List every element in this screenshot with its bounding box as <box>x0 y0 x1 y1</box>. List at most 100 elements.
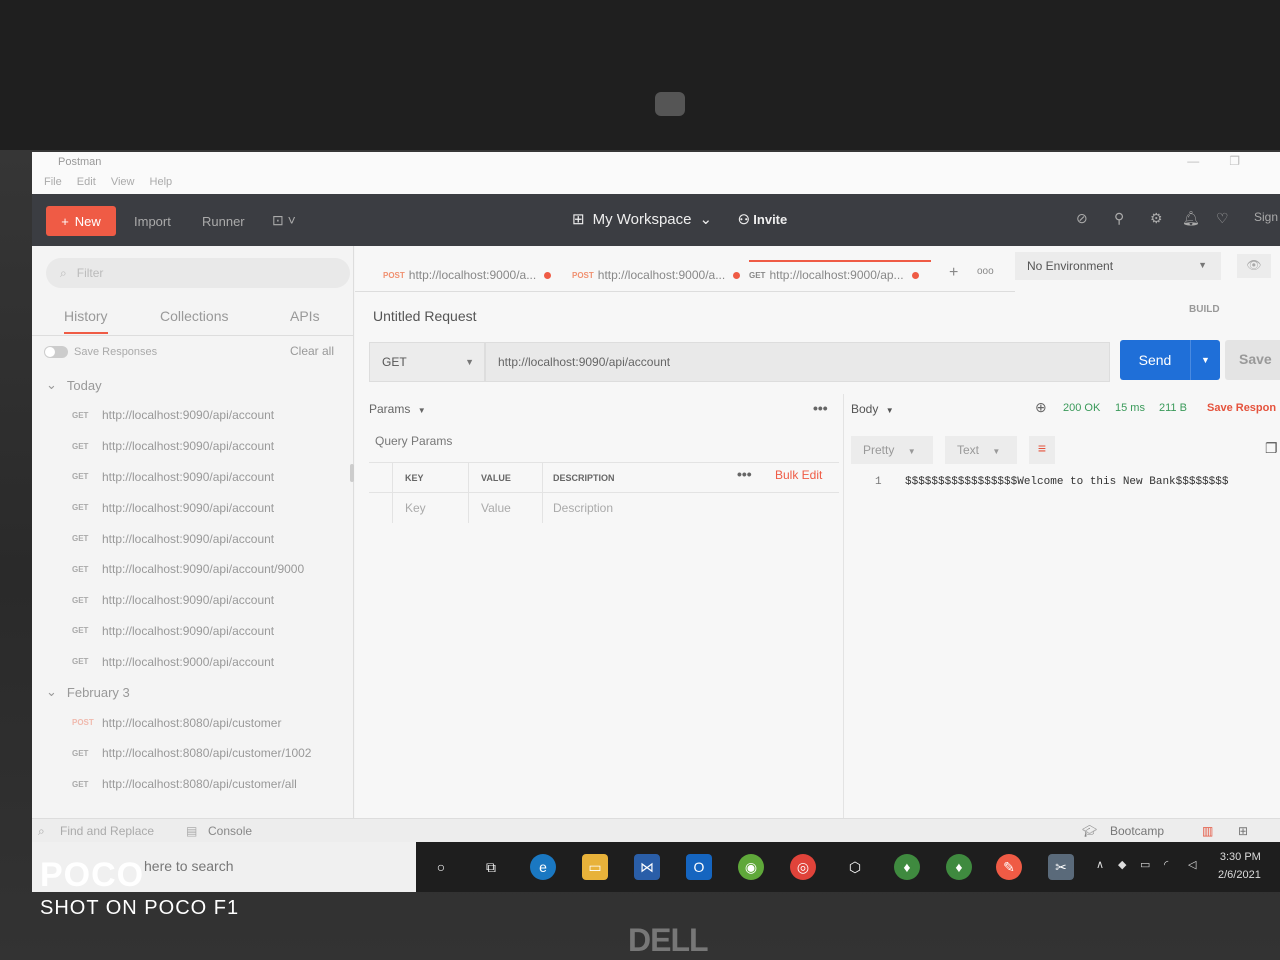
wrap-lines-icon[interactable]: ≡ <box>1029 436 1055 464</box>
postman-icon[interactable]: ✎ <box>996 854 1022 880</box>
globe-icon[interactable]: ⊕ <box>1035 399 1047 416</box>
description-input[interactable]: Description <box>543 493 839 523</box>
save-response-button[interactable]: Save Respon <box>1207 402 1276 414</box>
wifi-icon[interactable]: ◜ <box>1164 858 1168 871</box>
history-item[interactable]: GET http://localhost:9090/api/account <box>32 431 353 462</box>
request-tab-1[interactable]: POST http://localhost:9000/a... <box>383 268 552 282</box>
vscode-icon[interactable]: ⋈ <box>634 854 660 880</box>
send-button[interactable]: Send ▼ <box>1120 340 1220 380</box>
caret-down-icon[interactable]: ▼ <box>1190 340 1220 380</box>
menu-edit[interactable]: Edit <box>77 176 96 188</box>
tray-chevron-icon[interactable]: ∧ <box>1096 858 1104 871</box>
save-button[interactable]: Save <box>1225 340 1280 380</box>
file-explorer-icon[interactable]: ▭ <box>582 854 608 880</box>
build-label[interactable]: BUILD <box>1189 304 1220 315</box>
new-window-icon[interactable]: ⊡ ˅ <box>272 212 296 229</box>
sign-in-button[interactable]: Sign <box>1254 210 1278 224</box>
spring-tool-icon[interactable]: ◉ <box>738 854 764 880</box>
tab-history[interactable]: History <box>64 308 108 334</box>
bulk-edit-button[interactable]: Bulk Edit <box>775 468 822 482</box>
history-item[interactable]: GET http://localhost:8080/api/customer/10… <box>32 738 353 769</box>
new-button[interactable]: + New <box>46 206 116 236</box>
runner-button[interactable]: Runner <box>202 214 245 229</box>
value-input[interactable]: Value <box>469 492 543 523</box>
two-pane-icon[interactable]: ▥ <box>1202 824 1213 838</box>
status-code[interactable]: 200 OK <box>1063 402 1100 414</box>
chrome-icon[interactable]: ◎ <box>790 854 816 880</box>
history-item[interactable]: GET http://localhost:9090/api/account <box>32 400 353 431</box>
volume-icon[interactable]: ◁ <box>1188 858 1196 871</box>
system-clock[interactable]: 3:30 PM 2/6/2021 <box>1218 848 1261 884</box>
find-replace-button[interactable]: Find and Replace <box>60 824 154 838</box>
snipping-tool-icon[interactable]: ✂ <box>1048 854 1074 880</box>
clear-all-button[interactable]: Clear all <box>290 344 334 358</box>
heart-icon[interactable]: ♡ <box>1216 210 1229 227</box>
defender-icon[interactable]: ◆ <box>1118 858 1126 871</box>
menu-view[interactable]: View <box>111 176 135 188</box>
mongodb-compass-icon[interactable]: ♦ <box>946 854 972 880</box>
settings-icon[interactable]: ⚙ <box>1150 210 1163 227</box>
bell-icon[interactable]: 🔔︎ <box>1182 210 1200 227</box>
history-item[interactable]: GET http://localhost:9090/api/account/900… <box>32 554 353 585</box>
request-tab-url: http://localhost:9000/a... <box>408 268 537 282</box>
save-responses-toggle[interactable] <box>44 346 68 358</box>
bootcamp-button[interactable]: Bootcamp <box>1110 824 1164 838</box>
import-button[interactable]: Import <box>134 214 171 229</box>
request-tab-3[interactable]: GET http://localhost:9000/ap... <box>749 260 931 282</box>
add-tab-icon[interactable]: + <box>949 264 958 282</box>
chevron-down-icon: ⌄ <box>46 684 57 700</box>
invite-button[interactable]: ⚇ Invite <box>738 212 787 228</box>
method-select[interactable]: GET ▼ <box>369 342 485 382</box>
response-body-tab[interactable]: Body ▼ <box>851 402 894 416</box>
copy-icon[interactable]: ❐ <box>1265 440 1278 457</box>
response-time[interactable]: 15 ms <box>1115 402 1145 414</box>
satellite-icon[interactable]: ⚲ <box>1114 210 1124 227</box>
cortana-icon[interactable]: ○ <box>428 854 454 880</box>
sidebar-scrollbar[interactable] <box>350 464 354 482</box>
battery-icon[interactable]: ▭ <box>1140 858 1150 871</box>
environment-select[interactable]: No Environment ▼ <box>1015 252 1221 280</box>
menu-help[interactable]: Help <box>150 176 173 188</box>
console-button[interactable]: Console <box>208 824 252 838</box>
tab-apis[interactable]: APIs <box>290 308 320 324</box>
invite-label: Invite <box>753 212 788 227</box>
pane-divider[interactable] <box>843 394 844 818</box>
edge-icon[interactable]: e <box>530 854 556 880</box>
task-view-icon[interactable]: ⧉ <box>478 854 504 880</box>
response-size[interactable]: 211 B <box>1159 402 1187 414</box>
history-item-method: GET <box>72 748 89 758</box>
params-dropdown[interactable]: Params ▼ <box>369 402 426 416</box>
mongodb-icon[interactable]: ♦ <box>894 854 920 880</box>
request-tab-2[interactable]: POST http://localhost:9000/a... <box>572 268 741 282</box>
window-controls[interactable]: — ❐ <box>1187 154 1240 168</box>
key-input[interactable]: Key <box>393 492 469 523</box>
virtualbox-icon[interactable]: ⬡ <box>842 854 868 880</box>
eye-icon[interactable]: 👁︎ <box>1237 254 1271 278</box>
history-item[interactable]: POST http://localhost:8080/api/customer <box>32 707 353 738</box>
url-input[interactable]: http://localhost:9090/api/account <box>485 342 1110 382</box>
response-body[interactable]: 1 $$$$$$$$$$$$$$$$$Welcome to this New B… <box>875 476 1228 488</box>
history-item-method: GET <box>72 503 89 513</box>
history-item[interactable]: GET http://localhost:9090/api/account <box>32 585 353 616</box>
history-item[interactable]: GET http://localhost:9000/api/account <box>32 646 353 677</box>
params-more-icon[interactable]: ••• <box>813 400 828 416</box>
format-text-select[interactable]: Text ▼ <box>945 436 1017 464</box>
tab-options-icon[interactable]: ooo <box>977 266 994 277</box>
history-item[interactable]: GET http://localhost:9090/api/account <box>32 616 353 647</box>
filter-input[interactable]: ⌕ Filter <box>46 258 350 288</box>
workspace-selector[interactable]: ⊞ My Workspace ⌄ <box>572 210 712 229</box>
request-title[interactable]: Untitled Request <box>373 308 477 324</box>
history-item[interactable]: GET http://localhost:9090/api/account <box>32 462 353 493</box>
tab-collections[interactable]: Collections <box>160 308 228 324</box>
table-more-icon[interactable]: ••• <box>737 466 752 482</box>
format-pretty-select[interactable]: Pretty ▼ <box>851 436 933 464</box>
menu-file[interactable]: File <box>44 176 62 188</box>
history-group-title[interactable]: ⌄ Today <box>32 370 353 400</box>
outlook-icon[interactable]: O <box>686 854 712 880</box>
history-group-title[interactable]: ⌄ February 3 <box>32 677 353 707</box>
history-item[interactable]: GET http://localhost:9090/api/account <box>32 523 353 554</box>
layout-icon[interactable]: ⊞ <box>1238 824 1248 838</box>
sync-off-icon[interactable]: ⊘ <box>1076 210 1088 227</box>
history-item[interactable]: GET http://localhost:8080/api/customer/al… <box>32 769 353 800</box>
history-item[interactable]: GET http://localhost:9090/api/account <box>32 492 353 523</box>
